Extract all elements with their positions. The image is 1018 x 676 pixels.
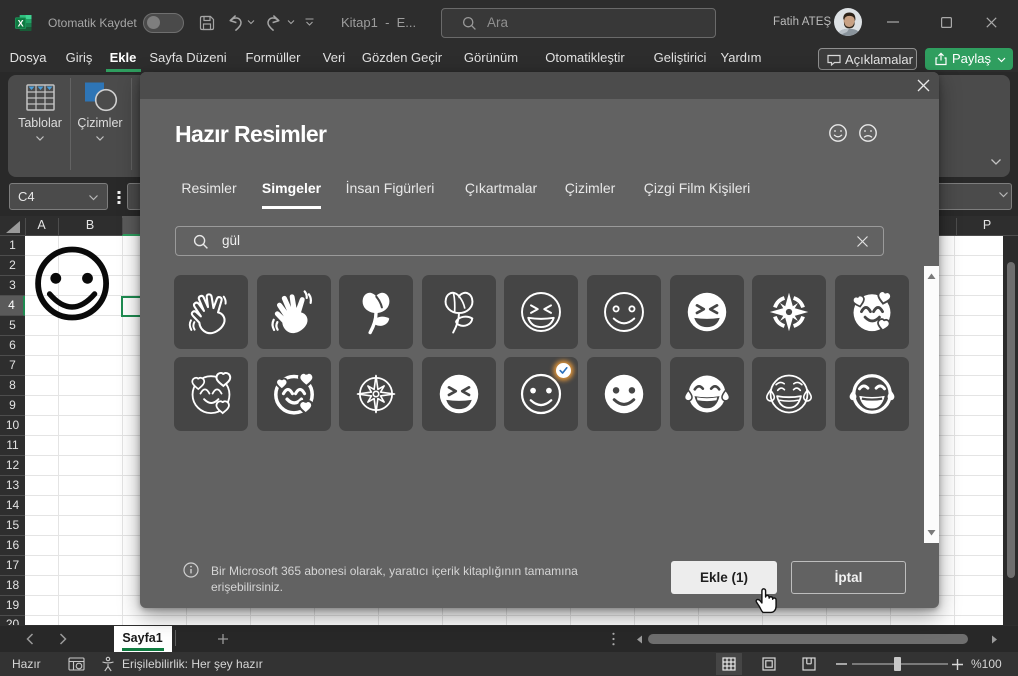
svg-text:X: X — [18, 18, 24, 28]
